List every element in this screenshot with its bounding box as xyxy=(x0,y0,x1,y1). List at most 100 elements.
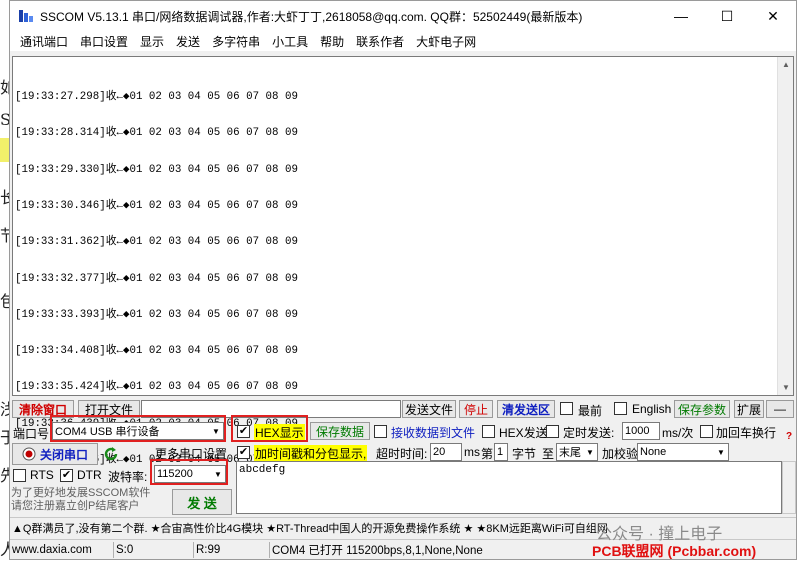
expand-button[interactable]: 扩展 xyxy=(734,400,764,418)
baud-select[interactable]: 115200 ▼ xyxy=(154,465,226,483)
hex-display-checkbox[interactable]: ✔ xyxy=(237,425,250,438)
menu-serial-settings[interactable]: 串口设置 xyxy=(74,33,134,50)
ad-text: ▲Q群满员了,没有第二个群. ★合宙高性价比4G模块 ★RT-Thread中国人… xyxy=(12,522,608,535)
hex-send-label: HEX发送 xyxy=(499,426,548,440)
timeout-value: 20 xyxy=(433,446,446,458)
dtr-label: DTR xyxy=(77,468,102,482)
open-file-label: 打开文件 xyxy=(84,402,133,417)
close-icon: ✕ xyxy=(767,7,779,24)
frame-prefix: 第 xyxy=(481,447,494,461)
clear-send-area-label: 清发送区 xyxy=(501,402,550,417)
timestamp-checkbox[interactable]: ✔ xyxy=(237,446,250,459)
english-label: English xyxy=(632,402,672,416)
frame-unit: 字节 xyxy=(512,447,537,461)
minimize-icon: — xyxy=(674,8,688,24)
receive-line: [19:33:32.377]收←◆01 02 03 04 05 06 07 08… xyxy=(15,272,298,285)
send-input[interactable]: abcdefg xyxy=(236,461,782,514)
send-button[interactable]: 发 送 xyxy=(172,489,232,515)
to-label: 至 xyxy=(542,447,555,461)
hex-send-checkbox[interactable] xyxy=(482,425,495,438)
rts-checkbox[interactable] xyxy=(13,469,26,482)
checksum-select[interactable]: None ▼ xyxy=(637,443,729,461)
chevron-down-icon: ▼ xyxy=(212,426,220,436)
timeout-input[interactable]: 20 xyxy=(430,443,462,461)
send-scrollbar[interactable] xyxy=(782,461,796,514)
receive-line: [19:33:28.314]收←◆01 02 03 04 05 06 07 08… xyxy=(15,127,298,140)
save-params-button[interactable]: 保存参数 xyxy=(674,400,730,418)
promo-text[interactable]: 为了更好地发展SSCOM软件 请您注册嘉立创P结尾客户 xyxy=(11,487,150,513)
receive-line: [19:33:30.346]收←◆01 02 03 04 05 06 07 08… xyxy=(15,200,298,213)
frontmost-label: 最前 xyxy=(578,404,603,418)
close-port-button[interactable]: 关闭串口 xyxy=(12,443,98,465)
minimize-button[interactable]: — xyxy=(658,1,704,31)
collapse-button[interactable]: — xyxy=(766,400,794,418)
send-file-button[interactable]: 发送文件 xyxy=(402,400,456,418)
rts-label: RTS xyxy=(30,468,54,482)
frame-byte-input[interactable]: 1 xyxy=(494,443,508,461)
sscom-window: SSCOM V5.13.1 串口/网络数据调试器,作者:大虾丁丁,2618058… xyxy=(9,0,797,560)
checksum-select-value: None xyxy=(640,446,667,458)
expand-label: 扩展 xyxy=(736,402,761,417)
close-port-label: 关闭串口 xyxy=(39,447,88,462)
timestamp-label: 加时间戳和分包显示, xyxy=(254,445,368,462)
window-title: SSCOM V5.13.1 串口/网络数据调试器,作者:大虾丁丁,2618058… xyxy=(40,9,583,24)
status-recv-count: R:99 xyxy=(194,542,270,558)
to-select[interactable]: 末尾 ▼ xyxy=(556,443,598,461)
receive-scrollbar[interactable]: ▲ ▼ xyxy=(777,57,793,395)
timeout-unit: ms xyxy=(464,445,480,459)
menu-send[interactable]: 发送 xyxy=(170,33,206,50)
timed-interval-input[interactable]: 1000 xyxy=(622,422,660,440)
refresh-icon[interactable] xyxy=(103,446,119,462)
file-path-input[interactable] xyxy=(141,400,401,418)
menu-tools[interactable]: 小工具 xyxy=(266,33,314,50)
chevron-down-icon: ▼ xyxy=(586,447,594,457)
stop-button[interactable]: 停止 xyxy=(459,400,493,418)
send-button-label: 发 送 xyxy=(187,495,217,511)
close-button[interactable]: ✕ xyxy=(750,1,796,31)
baud-select-value: 115200 xyxy=(157,468,193,480)
menu-daxia-site[interactable]: 大虾电子网 xyxy=(410,33,482,50)
port-select[interactable]: COM4 USB 串行设备 ▼ xyxy=(52,422,224,440)
stop-label: 停止 xyxy=(463,402,488,417)
collapse-label: — xyxy=(774,402,786,416)
app-icon xyxy=(19,10,33,22)
timed-send-checkbox[interactable] xyxy=(546,425,559,438)
scroll-up-icon[interactable]: ▲ xyxy=(781,60,791,69)
menu-multi-string[interactable]: 多字符串 xyxy=(206,33,266,50)
receive-line: [19:33:27.298]收←◆01 02 03 04 05 06 07 08… xyxy=(15,91,298,104)
menu-display[interactable]: 显示 xyxy=(134,33,170,50)
frontmost-checkbox[interactable] xyxy=(560,402,573,415)
send-input-text: abcdefg xyxy=(239,464,286,476)
scroll-down-icon[interactable]: ▼ xyxy=(781,383,791,392)
clear-window-label: 清除窗口 xyxy=(18,402,67,417)
timeout-label: 超时时间: xyxy=(376,447,428,461)
add-crlf-checkbox[interactable] xyxy=(700,425,713,438)
to-select-value: 末尾 xyxy=(559,447,581,459)
receive-line: [19:33:29.330]收←◆01 02 03 04 05 06 07 08… xyxy=(15,163,298,176)
maximize-button[interactable]: ☐ xyxy=(704,1,750,31)
english-checkbox[interactable] xyxy=(614,402,627,415)
dtr-checkbox[interactable]: ✔ xyxy=(60,469,73,482)
chevron-down-icon: ▼ xyxy=(717,447,725,457)
status-website[interactable]: www.daxia.com xyxy=(10,542,114,558)
timed-unit-label: ms/次 xyxy=(662,426,694,440)
menu-bar: 通讯端口 串口设置 显示 发送 多字符串 小工具 帮助 联系作者 大虾电子网 xyxy=(10,31,796,51)
receive-area[interactable]: [19:33:27.298]收←◆01 02 03 04 05 06 07 08… xyxy=(12,56,794,466)
menu-help[interactable]: 帮助 xyxy=(314,33,350,50)
more-port-settings-link[interactable]: 更多串口设置 xyxy=(155,445,227,462)
record-icon xyxy=(22,447,36,461)
save-data-label: 保存数据 xyxy=(315,424,364,439)
help-icon[interactable]: ? xyxy=(786,431,792,442)
title-bar: SSCOM V5.13.1 串口/网络数据调试器,作者:大虾丁丁,2618058… xyxy=(10,1,796,31)
add-crlf-label: 加回车换行 xyxy=(716,426,777,440)
recv-to-file-checkbox[interactable] xyxy=(374,425,387,438)
hex-display-label: HEX显示 xyxy=(254,424,305,441)
checksum-label: 加校验 xyxy=(602,447,639,461)
chevron-down-icon: ▼ xyxy=(214,469,222,479)
clear-window-button[interactable]: 清除窗口 xyxy=(12,400,74,418)
menu-comm-port[interactable]: 通讯端口 xyxy=(14,33,74,50)
clear-send-area-button[interactable]: 清发送区 xyxy=(497,400,555,418)
open-file-button[interactable]: 打开文件 xyxy=(78,400,140,418)
save-data-button[interactable]: 保存数据 xyxy=(310,422,370,440)
menu-contact-author[interactable]: 联系作者 xyxy=(350,33,410,50)
